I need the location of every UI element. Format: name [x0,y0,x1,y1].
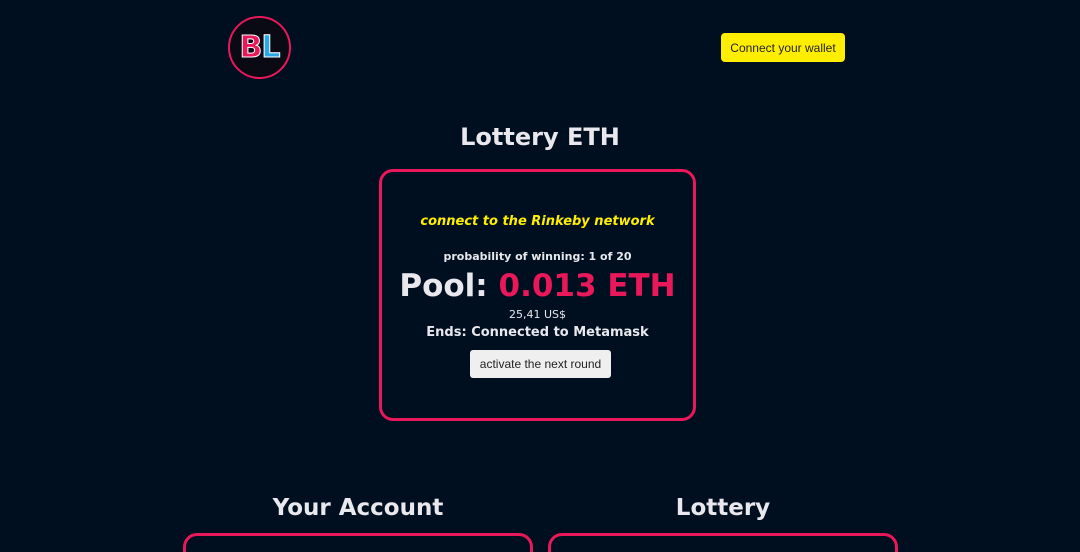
account-card [183,533,533,552]
pool-label: Pool: [399,268,488,304]
brand-logo[interactable]: BL [228,16,291,79]
logo-letter-b: B [239,30,263,66]
connect-wallet-button[interactable]: Connect your wallet [721,33,845,62]
activate-next-round-button[interactable]: activate the next round [470,350,611,378]
lottery-info-card [548,533,898,552]
round-ends-status: Ends: Connected to Metamask [426,325,649,340]
account-section-title: Your Account [272,495,444,521]
winning-probability: probability of winning: 1 of 20 [443,250,632,263]
pool-display: Pool: 0.013 ETH [382,268,693,304]
pool-usd-value: 25,41 US$ [508,308,567,321]
page-title: Lottery ETH [460,123,620,151]
lottery-card: connect to the Rinkeby network probabili… [379,169,696,421]
logo-letter-l: L [261,30,281,66]
network-message: connect to the Rinkeby network [420,214,655,229]
page: BL Connect your wallet Lottery ETH conne… [0,0,1080,552]
pool-amount: 0.013 ETH [498,268,676,304]
lottery-section-title: Lottery [675,495,771,521]
